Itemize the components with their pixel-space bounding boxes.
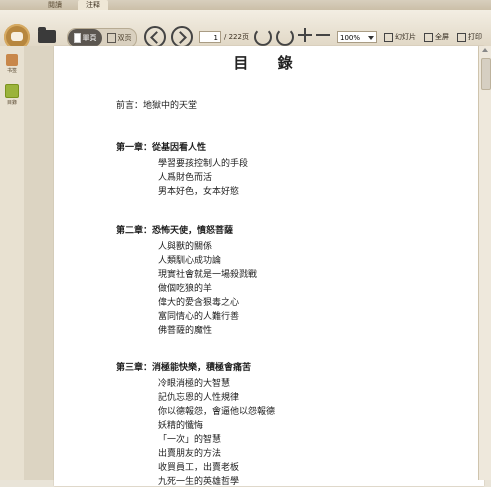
title-bar: 閱讀 注释 (0, 0, 491, 10)
section-item: 九死一生的英雄哲學 (158, 477, 240, 487)
section-item: 你以德報怨，會逼他以怨報德 (158, 407, 276, 417)
toolbar: 單頁 双页 1 / 222页 100% 幻灯片 全屏 打印 (0, 10, 491, 50)
section-item: 人與獸的關係 (158, 242, 213, 252)
rotate-left-icon[interactable] (254, 28, 272, 46)
scroll-thumb[interactable] (481, 58, 491, 90)
section-item: 妖精的懺悔 (158, 421, 204, 431)
section-item: 偉大的愛含狠毒之心 (158, 298, 240, 308)
zoom-value: 100% (340, 34, 361, 42)
reader-window: 閱讀 注释 單頁 双页 1 / 222页 100% 幻灯片 全屏 打印 书签 目… (0, 0, 491, 487)
fullscreen-label: 全屏 (435, 33, 449, 41)
section-item: 做個吃狼的羊 (158, 284, 213, 294)
fullscreen-button[interactable]: 全屏 (424, 31, 449, 43)
tab-read[interactable]: 閱讀 (40, 0, 70, 10)
page-title: 目 錄 (233, 54, 305, 72)
chapter-heading: 第三章：消極能快樂，積極會痛苦 (116, 363, 252, 373)
slideshow-label: 幻灯片 (395, 33, 416, 41)
section-item: 記仇忘恩的人性規律 (158, 393, 240, 403)
section-item: 富同情心的人難行善 (158, 312, 240, 322)
double-page-icon (106, 33, 116, 43)
tab-annotate[interactable]: 注释 (78, 0, 108, 10)
section-item: 現實社會就是一場殺戮戰 (158, 270, 258, 280)
page-number-input[interactable]: 1 (199, 31, 221, 43)
fullscreen-icon (424, 32, 433, 42)
section-item: 佛菩薩的魔性 (158, 326, 213, 336)
page-total: / 222页 (224, 33, 249, 41)
document-page: 目 錄 前言：地獄中的天堂 第一章：從基因看人性 學習要孩控制人的手段 人爲財色… (54, 46, 484, 487)
single-page-button[interactable]: 單頁 (68, 29, 102, 47)
print-label: 打印 (468, 33, 482, 41)
double-page-button[interactable]: 双页 (102, 29, 136, 47)
section-item: 男本好色，女本好慾 (158, 187, 240, 197)
chevron-down-icon (368, 36, 374, 40)
print-button[interactable]: 打印 (457, 31, 482, 43)
zoom-in-icon[interactable] (298, 28, 312, 42)
document-area[interactable]: 目 錄 前言：地獄中的天堂 第一章：從基因看人性 學習要孩控制人的手段 人爲財色… (24, 46, 484, 487)
sidebar-item-bookmarks[interactable]: 书签 (3, 54, 21, 74)
open-folder-icon[interactable] (38, 27, 56, 43)
zoom-out-icon[interactable] (316, 28, 330, 42)
next-page-icon[interactable] (171, 26, 193, 48)
slideshow-icon (384, 32, 393, 42)
section-item: 出賣朋友的方法 (158, 449, 222, 459)
section-item: 收買員工，出賣老板 (158, 463, 240, 473)
print-icon (457, 32, 466, 42)
view-mode-toggle: 單頁 双页 (67, 28, 137, 48)
double-page-label: 双页 (117, 34, 132, 42)
chapter-heading: 第二章：恐怖天使，憤怒菩薩 (116, 226, 234, 236)
sidebar: 书签 目錄 (0, 46, 25, 480)
section-item: 人爲財色而活 (158, 173, 213, 183)
vertical-scrollbar[interactable] (478, 46, 491, 480)
toc-icon (5, 84, 19, 98)
zoom-select[interactable]: 100% (337, 31, 377, 43)
section-item: 人類馴心成功論 (158, 256, 222, 266)
scroll-up-icon[interactable] (482, 48, 488, 52)
section-item: 冷眼消極的大智慧 (158, 379, 231, 389)
preface-heading: 前言：地獄中的天堂 (116, 101, 198, 111)
sidebar-item-toc[interactable]: 目錄 (3, 84, 21, 106)
book-icon (6, 54, 18, 66)
single-page-icon (73, 33, 81, 43)
section-item: 「一次」的智慧 (158, 435, 222, 445)
top-tabs: 閱讀 注释 (40, 0, 108, 10)
sidebar-item-label: 书签 (6, 68, 17, 74)
single-page-label: 單頁 (82, 34, 97, 42)
rotate-right-icon[interactable] (276, 28, 294, 46)
chapter-heading: 第一章：從基因看人性 (116, 143, 207, 153)
slideshow-button[interactable]: 幻灯片 (384, 31, 416, 43)
prev-page-icon[interactable] (144, 26, 166, 48)
sidebar-item-label: 目錄 (6, 100, 17, 106)
section-item: 學習要孩控制人的手段 (158, 159, 249, 169)
